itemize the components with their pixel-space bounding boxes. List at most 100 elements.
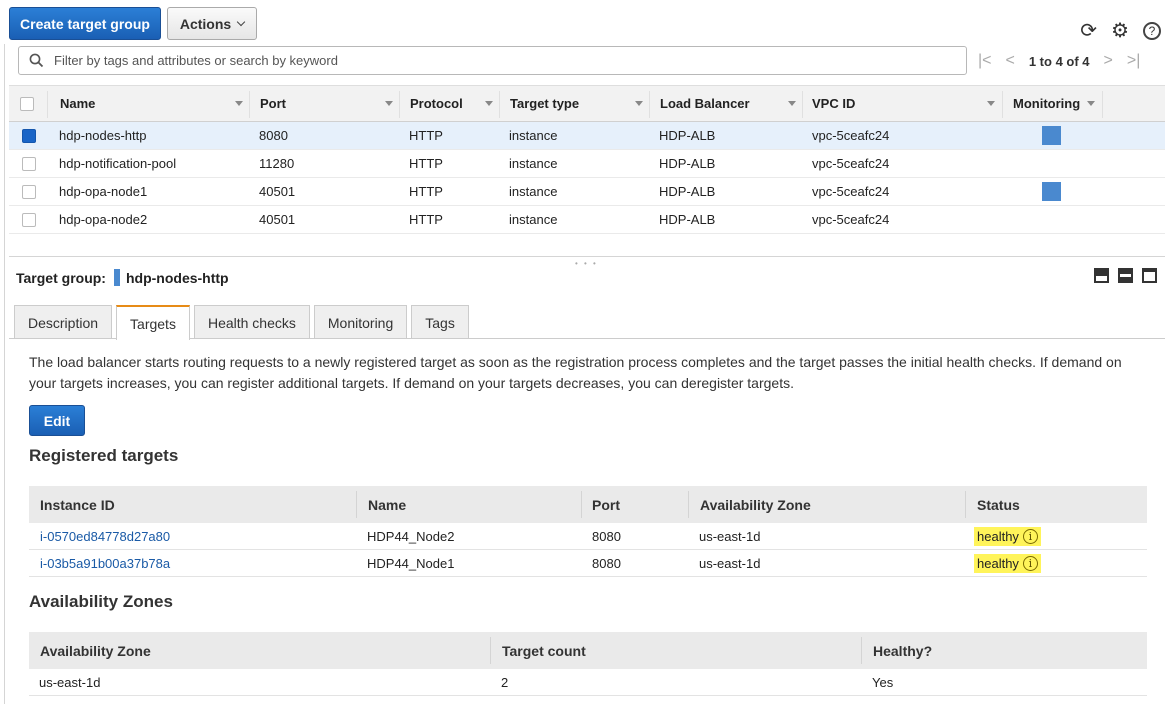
refresh-icon[interactable]: ⟳ xyxy=(1080,21,1097,41)
pagination-count: 1 to 4 of 4 xyxy=(1028,53,1090,69)
cell-name: hdp-notification-pool xyxy=(59,156,177,171)
chevron-down-icon xyxy=(236,17,246,26)
col-port-label: Port xyxy=(260,96,286,111)
col-instance-id-header: Instance ID xyxy=(40,496,115,513)
instance-id-link[interactable]: i-0570ed84778d27a80 xyxy=(40,523,170,549)
table-row[interactable]: hdp-nodes-http 8080 HTTP instance HDP-AL… xyxy=(9,122,1165,150)
first-page-icon[interactable]: |< xyxy=(978,52,992,70)
cell-load-balancer: HDP-ALB xyxy=(659,184,716,199)
details-tabs: Description Targets Health checks Monito… xyxy=(14,305,469,340)
registered-targets-title: Registered targets xyxy=(29,446,179,465)
row-checkbox[interactable] xyxy=(22,212,36,227)
cell-zone: us-east-1d xyxy=(699,555,761,571)
col-zone-header: Availability Zone xyxy=(40,642,151,659)
monitoring-indicator xyxy=(1042,126,1061,145)
tab-description[interactable]: Description xyxy=(14,305,113,339)
cell-protocol: HTTP xyxy=(409,156,443,171)
column-separator xyxy=(399,91,400,118)
column-separator xyxy=(356,491,357,518)
cell-zone: us-east-1d xyxy=(699,528,761,544)
column-separator xyxy=(581,491,582,518)
tab-tags[interactable]: Tags xyxy=(411,305,469,339)
col-target-type-header[interactable]: Target type xyxy=(510,86,579,121)
row-checkbox[interactable] xyxy=(22,184,36,199)
edit-button[interactable]: Edit xyxy=(29,405,85,436)
cell-vpc: vpc-5ceafc24 xyxy=(812,212,890,227)
table-row[interactable]: hdp-opa-node2 40501 HTTP instance HDP-AL… xyxy=(9,206,1165,234)
cell-port: 8080 xyxy=(592,528,621,544)
resize-handle[interactable]: • • • xyxy=(575,259,598,268)
cell-port: 8080 xyxy=(592,555,621,571)
status-text: healthy xyxy=(977,528,1019,544)
tab-health-checks[interactable]: Health checks xyxy=(193,305,310,339)
column-separator xyxy=(802,91,803,118)
column-separator xyxy=(249,91,250,118)
column-separator xyxy=(965,491,966,518)
cell-target-type: instance xyxy=(509,156,558,171)
table-row[interactable]: hdp-opa-node1 40501 HTTP instance HDP-AL… xyxy=(9,178,1165,206)
col-name-header[interactable]: Name xyxy=(60,86,95,121)
col-monitoring-label: Monitoring xyxy=(1013,96,1081,111)
panel-half-icon[interactable] xyxy=(1118,268,1133,283)
col-protocol-label: Protocol xyxy=(410,96,463,111)
col-monitoring-header[interactable]: Monitoring xyxy=(1013,86,1080,121)
column-separator xyxy=(499,91,500,118)
cell-target-type: instance xyxy=(509,184,558,199)
gear-icon[interactable]: ⚙ xyxy=(1111,21,1129,41)
cell-target-count: 2 xyxy=(501,674,509,690)
target-groups-table: Name Port Protocol Target type Load Bala… xyxy=(9,85,1165,234)
details-title-label: Target group: xyxy=(16,269,106,286)
col-vpc-header[interactable]: VPC ID xyxy=(812,86,855,121)
last-page-icon[interactable]: >| xyxy=(1127,52,1141,70)
next-page-icon[interactable]: > xyxy=(1104,52,1113,70)
col-protocol-header[interactable]: Protocol xyxy=(410,86,463,121)
monitoring-indicator xyxy=(1042,182,1061,201)
col-load-balancer-label: Load Balancer xyxy=(660,96,750,111)
panel-size-controls xyxy=(1094,268,1157,283)
col-load-balancer-header[interactable]: Load Balancer xyxy=(660,86,750,121)
cell-protocol: HTTP xyxy=(409,184,443,199)
cell-load-balancer: HDP-ALB xyxy=(659,156,716,171)
help-icon[interactable]: ? xyxy=(1143,22,1161,40)
left-panel-border xyxy=(4,44,5,704)
col-port-header[interactable]: Port xyxy=(260,86,286,121)
panel-maximize-icon[interactable] xyxy=(1142,268,1157,283)
row-checkbox[interactable] xyxy=(22,156,36,171)
info-icon[interactable]: i xyxy=(1022,555,1038,571)
instance-id-link[interactable]: i-03b5a91b00a37b78a xyxy=(40,550,170,576)
panel-minimize-icon[interactable] xyxy=(1094,268,1109,283)
col-target-count-header: Target count xyxy=(502,642,586,659)
table-row[interactable]: hdp-notification-pool 11280 HTTP instanc… xyxy=(9,150,1165,178)
cell-zone: us-east-1d xyxy=(39,674,101,690)
cell-target-type: instance xyxy=(509,212,558,227)
cell-name: HDP44_Node2 xyxy=(367,528,455,544)
availability-zones-title: Availability Zones xyxy=(29,592,173,611)
col-status-header: Status xyxy=(977,496,1020,513)
prev-page-icon[interactable]: < xyxy=(1006,52,1015,70)
tab-targets[interactable]: Targets xyxy=(116,305,190,340)
cell-target-type: instance xyxy=(509,128,558,143)
cell-name: hdp-opa-node1 xyxy=(59,184,148,199)
search-input[interactable] xyxy=(52,52,966,69)
column-separator xyxy=(649,91,650,118)
cell-protocol: HTTP xyxy=(409,128,443,143)
select-all-checkbox-cell xyxy=(20,86,34,121)
cell-healthy: Yes xyxy=(872,674,894,690)
panel-divider[interactable] xyxy=(9,256,1165,257)
actions-dropdown-button[interactable]: Actions xyxy=(167,7,257,40)
pagination: |< < 1 to 4 of 4 > >| xyxy=(978,52,1140,70)
status-text: healthy xyxy=(977,555,1019,571)
col-target-type-label: Target type xyxy=(510,96,580,111)
info-icon[interactable]: i xyxy=(1022,528,1038,544)
select-all-checkbox[interactable] xyxy=(20,96,34,111)
col-zone-header: Availability Zone xyxy=(700,496,811,513)
tab-monitoring[interactable]: Monitoring xyxy=(313,305,408,339)
actions-label: Actions xyxy=(179,15,232,32)
details-title: Target group: hdp-nodes-http xyxy=(16,269,229,286)
search-bar xyxy=(18,46,967,75)
cell-name: HDP44_Node1 xyxy=(367,555,455,571)
create-target-group-button[interactable]: Create target group xyxy=(9,7,161,40)
row-checkbox[interactable] xyxy=(22,128,36,143)
targets-description: The load balancer starts routing request… xyxy=(29,354,1122,391)
cell-load-balancer: HDP-ALB xyxy=(659,128,716,143)
